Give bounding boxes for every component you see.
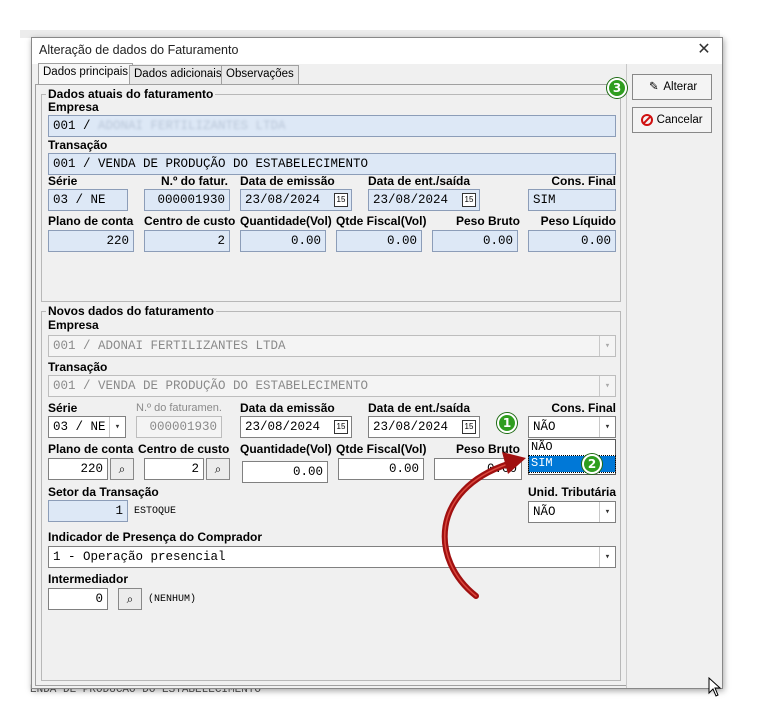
mouse-cursor-icon (708, 677, 722, 697)
step-1-badge: 1 (497, 413, 517, 433)
step-3-badge: 3 (607, 78, 627, 98)
annotation-arrow (441, 452, 526, 599)
step-2-badge: 2 (582, 454, 602, 474)
